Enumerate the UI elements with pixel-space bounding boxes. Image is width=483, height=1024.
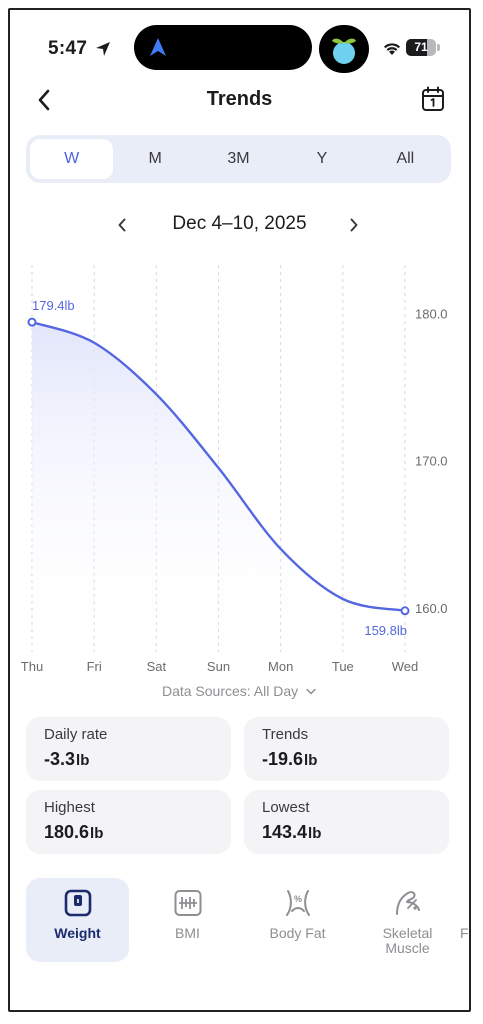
lowest-number: 143.4 xyxy=(262,822,308,842)
x-tick-label: Thu xyxy=(21,659,43,674)
location-arrow-icon xyxy=(96,42,110,56)
body-fat-icon: % xyxy=(285,890,310,916)
daily-rate-unit: lb xyxy=(76,752,90,769)
highest-label: Highest xyxy=(44,799,95,816)
wifi-icon xyxy=(384,43,400,55)
status-bar: 5:47 71 xyxy=(10,10,469,82)
lowest-label: Lowest xyxy=(262,799,310,816)
app-activity-indicator xyxy=(319,25,369,73)
chevron-right-icon xyxy=(350,218,358,232)
trends-number: -19.6 xyxy=(262,749,304,769)
metric-tabs: Weight BMI % Body Fat Skeletal Muscle F xyxy=(10,878,469,964)
metric-tab-skeletal-muscle[interactable]: Skeletal Muscle xyxy=(356,878,459,962)
chart-start-point xyxy=(27,317,37,327)
lowest-value: 143.4lb xyxy=(262,822,431,843)
range-tab-all[interactable]: All xyxy=(364,139,447,179)
highest-number: 180.6 xyxy=(44,822,90,842)
metric-label-body-fat: Body Fat xyxy=(269,925,326,941)
navigation-arrow-icon xyxy=(150,38,166,56)
data-sources-dropdown[interactable]: Data Sources: All Day xyxy=(10,683,469,699)
weight-trend-chart[interactable]: Thu Fri Sat Sun Mon Tue Wed 180.0 170.0 160.0 179.… xyxy=(10,250,471,682)
chart-end-value-label: 159.8lb xyxy=(364,623,407,638)
trends-unit: lb xyxy=(304,752,318,769)
range-tab-week[interactable]: W xyxy=(30,139,114,179)
page-title: Trends xyxy=(206,88,273,110)
phone-frame: 5:47 71 Trends W M 3M Y All Dec 4–10, 20… xyxy=(8,8,471,1012)
battery-cap xyxy=(437,44,440,51)
date-range-label: Dec 4–10, 2025 xyxy=(172,213,307,234)
highest-unit: lb xyxy=(90,825,104,842)
svg-text:%: % xyxy=(293,894,301,904)
chevron-left-icon xyxy=(118,218,126,232)
status-time: 5:47 xyxy=(48,38,88,59)
metric-tab-partial[interactable]: F xyxy=(456,878,469,962)
previous-period-button[interactable] xyxy=(110,212,134,238)
highest-value: 180.6lb xyxy=(44,822,213,843)
range-selector: W M 3M Y All xyxy=(26,135,451,183)
chart-start-value-label: 179.4lb xyxy=(32,298,75,313)
bmi-ruler-icon xyxy=(174,890,201,916)
range-tab-3-months[interactable]: 3M xyxy=(197,139,280,179)
daily-rate-label: Daily rate xyxy=(44,726,108,743)
daily-rate-value: -3.3lb xyxy=(44,749,213,770)
trends-label: Trends xyxy=(262,726,309,743)
next-period-button[interactable] xyxy=(342,212,366,238)
lowest-unit: lb xyxy=(308,825,322,842)
trends-value: -19.6lb xyxy=(262,749,431,770)
date-navigator: Dec 4–10, 2025 xyxy=(10,210,469,240)
battery-percentage: 71 xyxy=(414,40,428,54)
lowest-card: Lowest 143.4lb xyxy=(244,790,449,854)
skeletal-muscle-icon xyxy=(395,891,420,915)
metric-tab-weight[interactable]: Weight xyxy=(26,878,129,962)
battery-body: 71 xyxy=(406,39,436,56)
metric-label-bmi: BMI xyxy=(175,925,200,941)
calendar-button[interactable] xyxy=(418,84,448,114)
chevron-down-icon xyxy=(306,688,316,695)
chart-end-point xyxy=(400,606,410,616)
metric-tab-bmi[interactable]: BMI xyxy=(136,878,239,962)
metric-label-weight: Weight xyxy=(54,925,101,941)
daily-rate-card: Daily rate -3.3lb xyxy=(26,717,231,781)
trends-card: Trends -19.6lb xyxy=(244,717,449,781)
y-tick-label: 180.0 xyxy=(415,306,448,321)
data-sources-label: Data Sources: All Day xyxy=(161,683,299,699)
metric-label-skeletal-muscle: Skeletal Muscle xyxy=(382,925,433,956)
x-tick-label: Wed xyxy=(392,659,419,674)
x-tick-label: Fri xyxy=(87,659,102,674)
y-tick-label: 170.0 xyxy=(415,454,448,469)
x-tick-label: Tue xyxy=(332,659,354,674)
range-tab-year[interactable]: Y xyxy=(280,139,363,179)
sprout-icon xyxy=(332,38,356,64)
highest-card: Highest 180.6lb xyxy=(26,790,231,854)
weight-scale-icon xyxy=(64,889,91,917)
daily-rate-number: -3.3 xyxy=(44,749,76,769)
x-tick-label: Sat xyxy=(147,659,167,674)
calendar-icon xyxy=(422,86,444,111)
x-tick-label: Mon xyxy=(268,659,293,674)
battery-indicator: 71 xyxy=(406,39,440,56)
x-tick-label: Sun xyxy=(207,659,230,674)
metric-label-partial: F xyxy=(460,925,469,941)
y-tick-label: 160.0 xyxy=(415,601,448,616)
range-tab-month[interactable]: M xyxy=(113,139,196,179)
metric-tab-body-fat[interactable]: % Body Fat xyxy=(246,878,349,962)
